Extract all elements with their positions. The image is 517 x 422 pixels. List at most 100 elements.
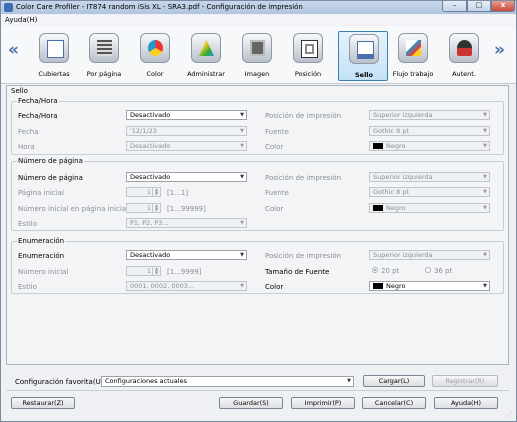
label-fecha-hora: Fecha/Hora — [18, 112, 58, 120]
tab-color[interactable]: Color — [130, 31, 180, 81]
tab-administrar[interactable]: Administrar — [181, 31, 231, 81]
color-icon — [140, 33, 170, 63]
label-posicion-pagina: Posición de impresión — [265, 174, 342, 182]
help-button[interactable]: Ayuda(H) — [434, 397, 498, 409]
estilo-enum-select[interactable]: 0001, 0002, 0003... ▼ — [126, 281, 247, 291]
color-pagina-select[interactable]: Negro ▼ — [369, 203, 490, 213]
divider — [6, 390, 509, 391]
tab-label: Por página — [86, 70, 122, 78]
color-swatch — [373, 283, 383, 289]
hora-select[interactable]: Desactivado ▼ — [126, 141, 247, 151]
save-button[interactable]: Guardar(S) — [219, 397, 283, 409]
cover-icon — [39, 33, 69, 63]
color-swatch — [373, 205, 383, 211]
estilo-pagina-select[interactable]: P1, P2, P3... ▼ — [126, 218, 247, 228]
label-posicion-fecha: Posición de impresión — [265, 112, 342, 120]
app-icon — [4, 3, 13, 12]
tab-sello[interactable]: Sello — [338, 31, 388, 81]
app-window: Color Care Profiler - IT874 random iSis … — [0, 0, 517, 422]
radio-20pt[interactable] — [372, 267, 378, 273]
print-button[interactable]: Imprimir(P) — [291, 397, 355, 409]
image-icon — [242, 33, 272, 63]
label-fuente-fecha: Fuente — [265, 128, 289, 136]
tab-label: Autent. — [452, 70, 476, 78]
label-fuente-pagina: Fuente — [265, 189, 289, 197]
menu-bar: Ayuda(H) — [1, 15, 516, 25]
load-button[interactable]: Cargar(L) — [363, 375, 425, 387]
tab-flujo-trabajo[interactable]: Flujo trabajo — [388, 31, 438, 81]
tab-posicion[interactable]: Posición — [283, 31, 333, 81]
label-estilo-pagina: Estilo — [18, 220, 37, 228]
tab-cubiertas[interactable]: Cubiertas — [29, 31, 79, 81]
tab-label: Cubiertas — [38, 70, 70, 78]
posicion-enum-select[interactable]: Superior izquierda ▼ — [369, 250, 490, 260]
numero-pagina-select[interactable]: Desactivado ▼ — [126, 172, 247, 182]
posicion-pagina-select[interactable]: Superior izquierda ▼ — [369, 172, 490, 182]
label-color-fecha: Color — [265, 143, 284, 151]
color-swatch — [373, 143, 383, 149]
close-button[interactable]: x — [491, 1, 515, 12]
per-page-icon — [89, 33, 119, 63]
range-numero-inicial-enum: [1...9999] — [167, 268, 202, 276]
fecha-hora-select[interactable]: Desactivado ▼ — [126, 110, 247, 120]
config-favorita-select[interactable]: Configuraciones actuales ▼ — [101, 376, 354, 387]
workflow-icon — [398, 33, 428, 63]
category-toolbar: « » Cubiertas Por página Color Administr… — [1, 26, 516, 84]
resize-grip-icon[interactable]: ⋰ — [506, 411, 514, 419]
numero-inicial-stepper[interactable]: 1 ▲ ▼ — [126, 203, 161, 213]
range-numero-inicial: [1...99999] — [167, 205, 206, 213]
label-enumeracion: Enumeración — [18, 252, 65, 260]
tab-por-pagina[interactable]: Por página — [79, 31, 129, 81]
label-numero-pagina: Número de página — [18, 174, 83, 182]
radio-20pt-label: 20 pt — [381, 267, 400, 275]
tab-label: Posición — [294, 70, 322, 78]
tab-label: Administrar — [187, 70, 225, 78]
fecha-select[interactable]: '12/1/23 ▼ — [126, 126, 247, 136]
label-color-enum: Color — [265, 283, 284, 291]
fuente-pagina-select[interactable]: Gothic 8 pt ▼ — [369, 187, 490, 197]
scroll-left-icon[interactable]: « — [8, 40, 19, 60]
tab-label: Sello — [354, 71, 373, 79]
group-title: Enumeración — [17, 237, 66, 245]
label-hora: Hora — [18, 143, 35, 151]
stamp-icon — [349, 34, 379, 64]
pagina-inicial-stepper[interactable]: 1 ▲ ▼ — [126, 187, 161, 197]
label-pagina-inicial: Página inicial — [18, 189, 64, 197]
tab-label: Flujo trabajo — [392, 70, 434, 78]
fuente-fecha-select[interactable]: Gothic 8 pt ▼ — [369, 126, 490, 136]
label-estilo-enum: Estilo — [18, 283, 37, 291]
label-numero-inicial: Número inicial en página inicial — [18, 205, 129, 213]
numero-inicial-enum-stepper[interactable]: 1 ▲ ▼ — [126, 266, 161, 276]
color-enum-select[interactable]: Negro ▼ — [369, 281, 490, 291]
group-title: Número de página — [17, 157, 84, 165]
enumeracion-select[interactable]: Desactivado ▼ — [126, 250, 247, 260]
group-title: Fecha/Hora — [17, 97, 59, 105]
radio-36pt[interactable] — [425, 267, 431, 273]
maximize-button[interactable]: □ — [467, 1, 491, 12]
cancel-button[interactable]: Cancelar(C) — [362, 397, 426, 409]
register-button[interactable]: Registrar(R) — [432, 375, 498, 387]
scroll-right-icon[interactable]: » — [494, 40, 505, 60]
restore-button[interactable]: Restaurar(Z) — [11, 397, 75, 409]
minimize-button[interactable]: – — [442, 1, 467, 12]
label-numero-inicial-enum: Número inicial — [18, 268, 69, 276]
label-fecha: Fecha — [18, 128, 39, 136]
label-config-favorita: Configuración favorita(U) — [15, 378, 104, 386]
manage-icon — [191, 33, 221, 63]
position-icon — [293, 33, 323, 63]
title-bar: Color Care Profiler - IT874 random iSis … — [1, 1, 516, 14]
radio-36pt-label: 36 pt — [434, 267, 453, 275]
label-posicion-enum: Posición de impresión — [265, 252, 342, 260]
window-title: Color Care Profiler - IT874 random iSis … — [16, 3, 303, 11]
panel-title: Sello — [11, 87, 28, 95]
label-color-pagina: Color — [265, 205, 284, 213]
label-tamano-fuente: Tamaño de Fuente — [265, 268, 330, 276]
color-fecha-select[interactable]: Negro ▼ — [369, 141, 490, 151]
tab-autent[interactable]: Autent. — [439, 31, 489, 81]
auth-icon — [449, 33, 479, 63]
tab-label: Imagen — [244, 70, 270, 78]
range-pagina-inicial: [1...1] — [167, 189, 189, 197]
menu-help[interactable]: Ayuda(H) — [5, 16, 37, 24]
posicion-fecha-select[interactable]: Superior izquierda ▼ — [369, 110, 490, 120]
tab-imagen[interactable]: Imagen — [232, 31, 282, 81]
